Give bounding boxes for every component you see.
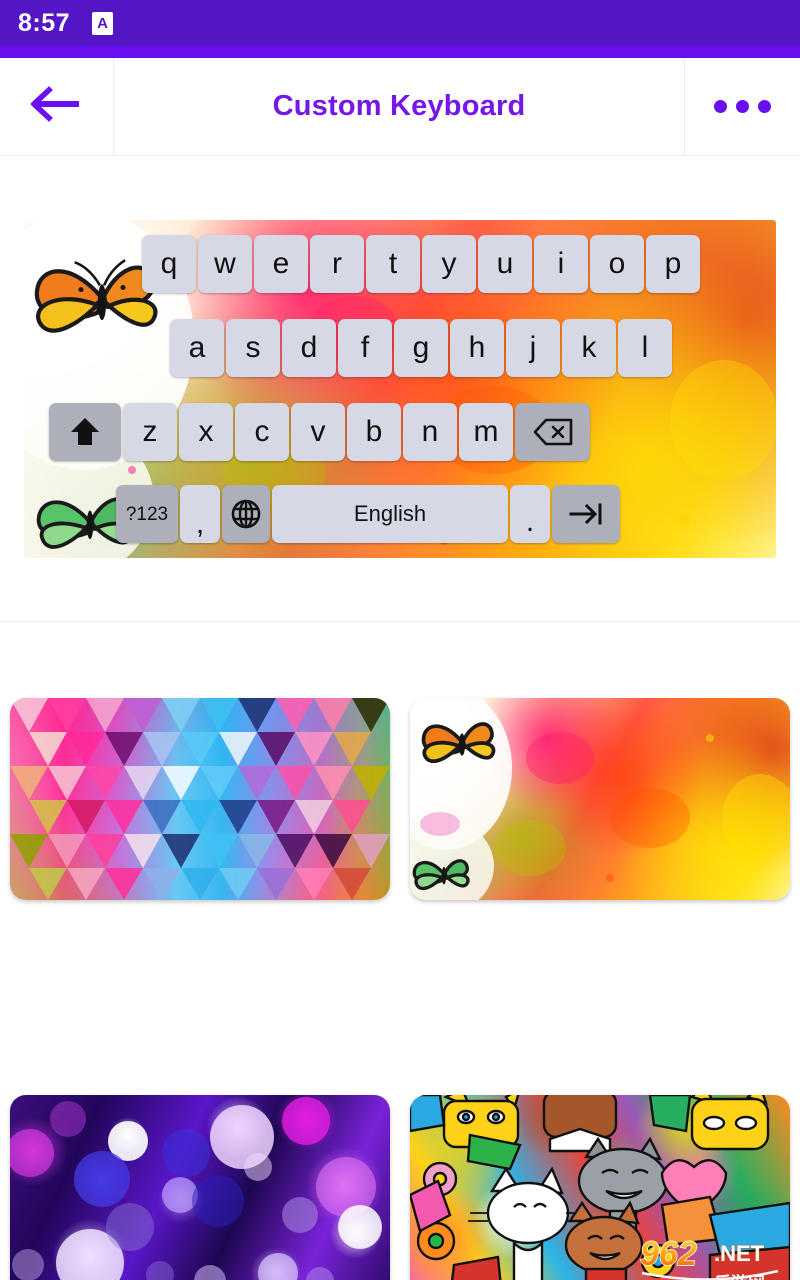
keyboard-app-icon: A: [92, 11, 114, 35]
key-k[interactable]: k: [562, 319, 616, 377]
page-title-container: Custom Keyboard: [114, 58, 685, 155]
theme-grid-spacer: [0, 900, 800, 1095]
theme-butterfly-splash[interactable]: [410, 698, 790, 900]
key-l[interactable]: l: [618, 319, 672, 377]
theme-cell-3: [0, 1095, 400, 1280]
comma-key[interactable]: ,: [180, 485, 220, 543]
theme-geometric-triangles-artwork: [10, 698, 390, 900]
section-divider: [0, 621, 800, 622]
keyboard-preview[interactable]: q w e r t y u i o p a s d f g h j k l z …: [24, 220, 776, 558]
key-w[interactable]: w: [198, 235, 252, 293]
key-z[interactable]: z: [123, 403, 177, 461]
app-root: 8:57 A Custom Keyboard q w e r t y u i o…: [0, 0, 800, 1280]
back-button[interactable]: [0, 58, 114, 155]
theme-geometric-triangles[interactable]: [10, 698, 390, 900]
theme-butterfly-splash-artwork: [410, 698, 790, 900]
key-a[interactable]: a: [170, 319, 224, 377]
keyboard-row-bottom-letters: z x c v b n m: [49, 403, 590, 461]
page-title: Custom Keyboard: [272, 90, 526, 122]
key-n[interactable]: n: [403, 403, 457, 461]
period-key[interactable]: .: [510, 485, 550, 543]
theme-row-2: 962 .NET 乐游网: [0, 1095, 800, 1280]
key-q[interactable]: q: [142, 235, 196, 293]
theme-cell-1: [0, 698, 400, 900]
shift-key[interactable]: [49, 403, 121, 461]
more-options-icon-dot3: [758, 100, 771, 113]
status-bar-accent: [0, 46, 800, 58]
arrow-left-icon: [29, 86, 83, 127]
globe-icon: [230, 498, 262, 530]
key-p[interactable]: p: [646, 235, 700, 293]
key-j[interactable]: j: [506, 319, 560, 377]
key-b[interactable]: b: [347, 403, 401, 461]
theme-cell-2: [400, 698, 800, 900]
key-x[interactable]: x: [179, 403, 233, 461]
more-options-button[interactable]: [685, 58, 800, 155]
theme-popart-cats-artwork: [410, 1095, 790, 1280]
key-e[interactable]: e: [254, 235, 308, 293]
key-t[interactable]: t: [366, 235, 420, 293]
theme-purple-bokeh-artwork: [10, 1097, 382, 1280]
key-g[interactable]: g: [394, 319, 448, 377]
theme-popart-cats[interactable]: 962 .NET 乐游网: [410, 1095, 790, 1280]
shift-arrow-icon: [68, 415, 102, 449]
more-options-icon: [714, 100, 727, 113]
space-key[interactable]: English: [272, 485, 508, 543]
theme-grid: 962 .NET 乐游网: [0, 698, 800, 1280]
symbols-key[interactable]: ?123: [116, 485, 178, 543]
key-u[interactable]: u: [478, 235, 532, 293]
key-h[interactable]: h: [450, 319, 504, 377]
backspace-key[interactable]: [515, 403, 590, 461]
key-d[interactable]: d: [282, 319, 336, 377]
key-i[interactable]: i: [534, 235, 588, 293]
backspace-icon: [533, 418, 573, 446]
keyboard-row-function: ?123 , English .: [116, 485, 620, 543]
status-clock: 8:57: [18, 8, 71, 37]
theme-purple-bokeh[interactable]: [10, 1095, 390, 1280]
language-switch-key[interactable]: [222, 485, 270, 543]
more-options-icon-dot2: [736, 100, 749, 113]
key-c[interactable]: c: [235, 403, 289, 461]
theme-cell-4: 962 .NET 乐游网: [400, 1095, 800, 1280]
key-f[interactable]: f: [338, 319, 392, 377]
key-r[interactable]: r: [310, 235, 364, 293]
theme-row-1: [0, 698, 800, 900]
key-s[interactable]: s: [226, 319, 280, 377]
keyboard-row-qwerty: q w e r t y u i o p: [142, 235, 700, 293]
key-o[interactable]: o: [590, 235, 644, 293]
key-m[interactable]: m: [459, 403, 513, 461]
next-key[interactable]: [552, 485, 620, 543]
keyboard-row-home: a s d f g h j k l: [170, 319, 672, 377]
status-bar: 8:57 A: [0, 0, 800, 46]
app-bar: Custom Keyboard: [0, 58, 800, 156]
key-y[interactable]: y: [422, 235, 476, 293]
key-v[interactable]: v: [291, 403, 345, 461]
tab-next-icon: [567, 500, 605, 528]
